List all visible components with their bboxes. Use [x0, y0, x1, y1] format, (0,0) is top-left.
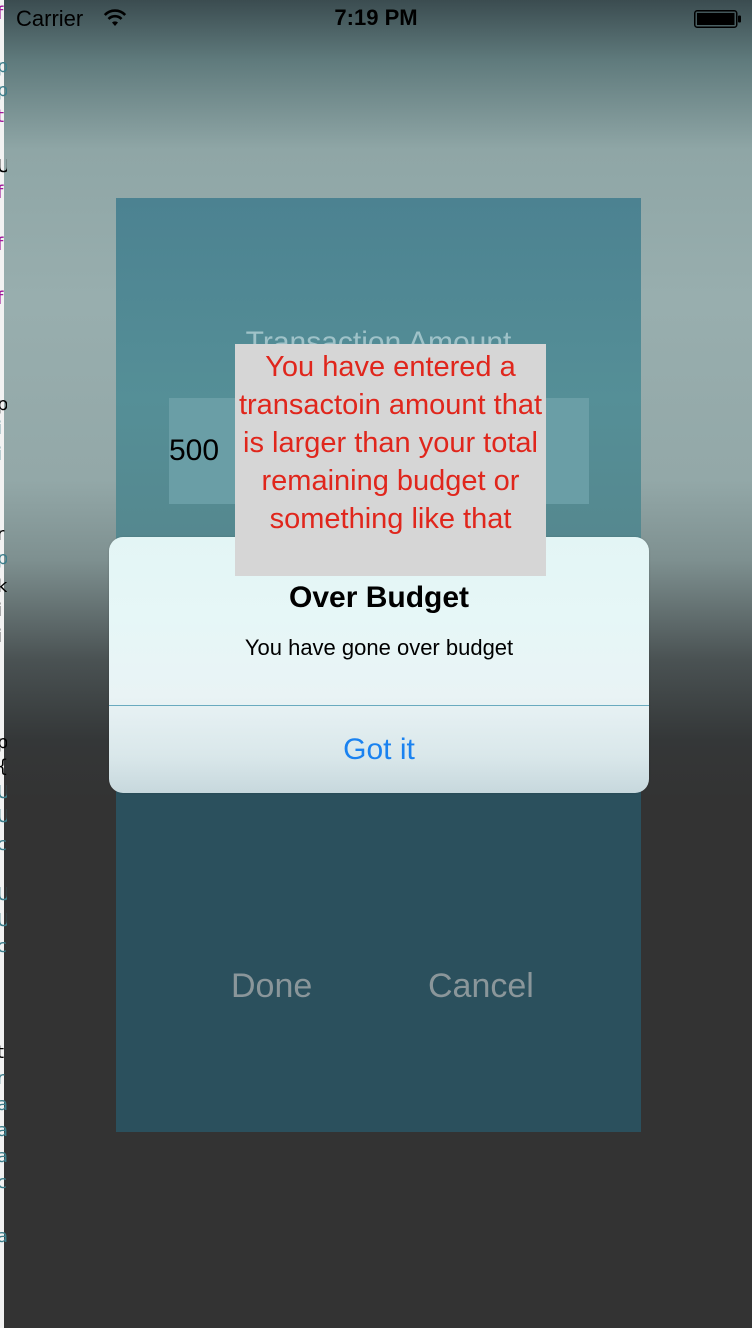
- status-bar: Carrier 7:19 PM: [0, 0, 752, 40]
- background-code-fragment: U: [0, 808, 7, 826]
- background-code-fragment: p: [0, 396, 7, 414]
- background-code-fragment: p: [0, 734, 7, 752]
- background-code-fragment: t: [0, 108, 5, 126]
- background-code-fragment: {: [0, 758, 7, 776]
- alert-message: You have gone over budget: [244, 635, 514, 660]
- background-code-fragment: c: [0, 836, 7, 854]
- background-code-fragment: t: [0, 1044, 5, 1062]
- over-budget-warning-label: You have entered a transactoin amount th…: [235, 344, 546, 576]
- background-code-fragment: k: [0, 578, 7, 596]
- background-code-fragments: fpptUfffpiirpkiip{UUcUUctraaaca: [0, 0, 10, 1328]
- background-code-fragment: U: [0, 886, 7, 904]
- background-code-fragment: a: [0, 1122, 7, 1140]
- cancel-button[interactable]: Cancel: [428, 966, 534, 1006]
- background-code-fragment: p: [0, 550, 7, 568]
- background-code-fragment: a: [0, 1096, 7, 1114]
- background-code-fragment: c: [0, 1174, 7, 1192]
- status-time: 7:19 PM: [334, 5, 418, 30]
- background-code-fragment: U: [0, 784, 7, 802]
- alert-title: Over Budget: [288, 581, 470, 614]
- background-code-fragment: f: [0, 236, 4, 254]
- background-code-fragment: f: [0, 290, 4, 308]
- background-code-fragment: i: [0, 602, 7, 620]
- background-code-fragment: p: [0, 58, 7, 76]
- got-it-button[interactable]: Got it: [109, 706, 649, 793]
- background-code-fragment: a: [0, 1148, 7, 1166]
- background-code-fragment: r: [0, 526, 5, 544]
- background-code-fragment: a: [0, 1228, 7, 1246]
- background-code-fragment: i: [0, 420, 7, 438]
- background-code-fragment: i: [0, 628, 7, 646]
- background-code-fragment: U: [0, 912, 7, 930]
- background-code-fragment: U: [0, 158, 7, 176]
- background-code-fragment: f: [0, 184, 4, 202]
- background-code-fragment: p: [0, 82, 7, 100]
- transaction-amount-value: 500: [169, 434, 220, 467]
- background-code-fragment: r: [0, 1070, 5, 1088]
- background-code-fragment: c: [0, 938, 7, 956]
- done-button[interactable]: Done: [231, 966, 312, 1006]
- battery-icon: [694, 10, 742, 28]
- background-code-fragment: i: [0, 446, 7, 464]
